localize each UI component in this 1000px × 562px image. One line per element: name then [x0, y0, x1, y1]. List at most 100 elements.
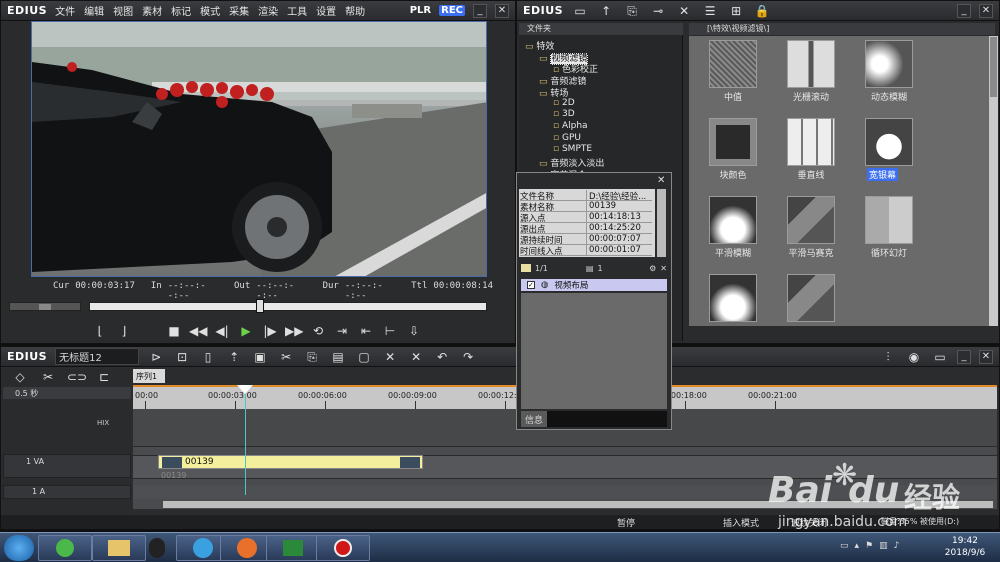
remove-icon[interactable]: ✕ — [381, 349, 399, 365]
layout-icon[interactable]: ▭ — [931, 349, 949, 365]
ripple-delete-icon[interactable]: ✕ — [407, 349, 425, 365]
effect-thumbnail[interactable] — [709, 40, 757, 88]
fast-forward-icon[interactable]: ▶▶ — [285, 323, 303, 339]
tray-flag-icon[interactable]: ⚑ — [865, 541, 873, 555]
close-icon[interactable]: ✕ — [495, 3, 509, 18]
play-icon[interactable]: ▶ — [237, 323, 255, 339]
effect-settings-icon[interactable]: ⚙ — [649, 264, 656, 273]
task-edius-icon[interactable] — [266, 535, 320, 561]
link-icon[interactable]: ⊂⊃ — [67, 369, 87, 385]
grid-view-icon[interactable]: ⊞ — [727, 3, 745, 19]
track-va-header[interactable]: 1 VA — [3, 454, 131, 478]
menu-item[interactable]: 标记 — [171, 3, 191, 18]
tray-network-icon[interactable]: ▥ — [879, 541, 888, 555]
undo-icon[interactable]: ↶ — [433, 349, 451, 365]
plr-label[interactable]: PLR — [410, 5, 431, 16]
menu-item[interactable]: 工具 — [287, 3, 307, 18]
tray-volume-icon[interactable]: ♪ — [894, 541, 900, 555]
info-close-icon[interactable]: ✕ — [657, 175, 669, 187]
apply-icon[interactable]: ⊸ — [649, 3, 667, 19]
layer-checkbox[interactable]: ✓ — [527, 281, 535, 289]
info-scrollbar[interactable] — [657, 189, 666, 257]
save-icon[interactable]: ▣ — [251, 349, 269, 365]
trim-icon[interactable]: ⊢ — [381, 323, 399, 339]
effect-thumbnail[interactable] — [865, 196, 913, 244]
sequence-tab[interactable]: 序列1 — [133, 369, 165, 383]
scrub-handle[interactable] — [256, 299, 264, 313]
overwrite-icon[interactable]: ⇤ — [357, 323, 375, 339]
effect-thumbnail[interactable] — [865, 118, 913, 166]
menu-item[interactable]: 采集 — [229, 3, 249, 18]
tray-up-icon[interactable]: ▴ — [855, 541, 860, 555]
menu-item[interactable]: 模式 — [200, 3, 220, 18]
playhead[interactable] — [245, 385, 246, 495]
tree-item[interactable]: ▫ GPU — [553, 133, 581, 143]
mode-icon[interactable]: ⊳ — [147, 349, 165, 365]
effect-thumbnail[interactable] — [709, 118, 757, 166]
scrub-bar[interactable] — [89, 302, 487, 311]
new-project-icon[interactable]: ▯ — [199, 349, 217, 365]
new-sequence-icon[interactable]: ⊡ — [173, 349, 191, 365]
playhead-marker[interactable] — [237, 385, 253, 394]
cut-icon[interactable]: ✂ — [277, 349, 295, 365]
step-forward-icon[interactable]: |▶ — [261, 323, 279, 339]
tree-item[interactable]: ▫ 2D — [553, 98, 575, 108]
menu-item[interactable]: 文件 — [55, 3, 75, 18]
menu-item[interactable]: 素材 — [142, 3, 162, 18]
effect-thumbnail[interactable] — [709, 196, 757, 244]
effect-thumbnail[interactable] — [787, 40, 835, 88]
list-view-icon[interactable]: ☰ — [701, 3, 719, 19]
menu-item[interactable]: 渲染 — [258, 3, 278, 18]
open-icon[interactable]: ⇡ — [225, 349, 243, 365]
start-button[interactable] — [4, 535, 34, 561]
shuttle-slider[interactable] — [9, 302, 81, 311]
folder-icon[interactable]: ▭ — [571, 3, 589, 19]
loop-icon[interactable]: ⟲ — [309, 323, 327, 339]
set-out-icon[interactable]: ⌋ — [115, 323, 133, 339]
color-icon[interactable]: ◉ — [905, 349, 923, 365]
rec-label[interactable]: REC — [439, 5, 465, 16]
timeline-close-icon[interactable]: ✕ — [979, 349, 993, 364]
step-back-icon[interactable]: ◀| — [213, 323, 231, 339]
effect-thumbnail[interactable] — [787, 118, 835, 166]
tree-item[interactable]: ▫ SMPTE — [553, 144, 592, 154]
menu-item[interactable]: 视图 — [113, 3, 133, 18]
tray-keyboard-icon[interactable]: ▭ — [840, 541, 849, 555]
effects-min-icon[interactable]: _ — [957, 3, 971, 18]
effect-thumbnail[interactable] — [865, 40, 913, 88]
up-folder-icon[interactable]: ↑ — [597, 3, 615, 19]
menu-item[interactable]: 编辑 — [84, 3, 104, 18]
add-icon[interactable]: ▢ — [355, 349, 373, 365]
set-in-icon[interactable]: ⌊ — [91, 323, 109, 339]
task-360-icon[interactable] — [38, 535, 92, 561]
lock-icon[interactable]: 🔒 — [753, 3, 771, 19]
info-footer-tab[interactable]: 信息 — [521, 411, 548, 427]
tree-item[interactable]: ▫ Alpha — [553, 121, 588, 131]
layer-folder-icon[interactable] — [521, 264, 531, 272]
task-record-icon[interactable] — [316, 535, 370, 561]
layer-item[interactable]: ✓ ◍ 视频布局 — [521, 279, 667, 291]
menu-item[interactable]: 设置 — [316, 3, 336, 18]
delete-icon[interactable]: ✕ — [675, 3, 693, 19]
minimize-icon[interactable]: _ — [473, 3, 487, 18]
effect-thumbnail[interactable] — [709, 274, 757, 322]
stop-icon[interactable]: ■ — [165, 323, 183, 339]
mixer-icon[interactable]: ⫶ — [879, 349, 897, 365]
insert-icon[interactable]: ⇥ — [333, 323, 351, 339]
effect-thumbnail[interactable] — [787, 196, 835, 244]
effects-scrollbar[interactable] — [989, 36, 998, 326]
copy-tl-icon[interactable]: ⎘ — [303, 349, 321, 365]
video-clip[interactable]: 00139 — [158, 455, 423, 469]
track-a-header[interactable]: 1 A — [3, 485, 131, 499]
timeline-min-icon[interactable]: _ — [957, 349, 971, 364]
export-icon[interactable]: ⇩ — [405, 323, 423, 339]
paste-icon[interactable]: ▤ — [329, 349, 347, 365]
sync-icon[interactable]: ✂ — [39, 369, 57, 385]
info-delete-icon[interactable]: ✕ — [660, 264, 667, 273]
ripple-icon[interactable]: ◇ — [11, 369, 29, 385]
rewind-icon[interactable]: ◀◀ — [189, 323, 207, 339]
redo-icon[interactable]: ↷ — [459, 349, 477, 365]
snap-icon[interactable]: ⊏ — [95, 369, 113, 385]
effects-close-icon[interactable]: ✕ — [979, 3, 993, 18]
copy-icon[interactable]: ⎘ — [623, 3, 641, 19]
